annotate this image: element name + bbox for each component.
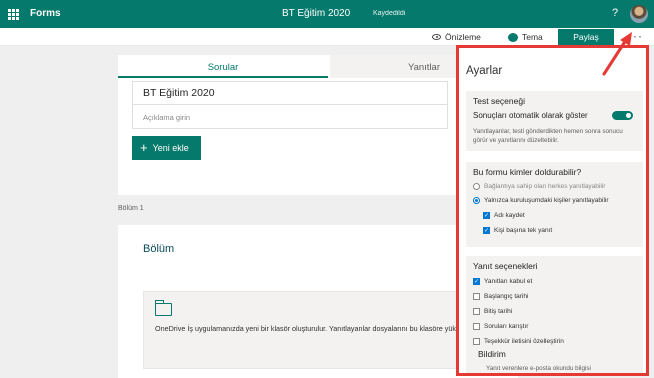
settings-panel: Ayarlar Test seçeneği Sonuçları otomatik… <box>456 45 649 376</box>
settings-title: Ayarlar <box>466 65 503 77</box>
start-date-option[interactable]: Başlangıç tarihi <box>473 293 528 300</box>
accept-responses-label: Yanıtları kabul et <box>484 278 533 285</box>
response-options-heading: Yanıt seçenekleri <box>473 261 538 271</box>
anyone-with-link-label: Bağlantıya sahip olan herkes yanıtlayabi… <box>484 183 606 190</box>
top-bar: Forms BT Eğitim 2020 Kaydedildi ? <box>0 0 654 28</box>
shuffle-questions-label: Soruları karıştır <box>484 323 529 330</box>
quiz-options-section: Test seçeneği Sonuçları otomatik olarak … <box>466 91 643 151</box>
preview-label: Önizleme <box>445 32 481 42</box>
folder-icon <box>154 300 172 316</box>
thanks-message-option[interactable]: Teşekkür iletisini özelleştirin <box>473 338 564 345</box>
file-upload-question[interactable]: OneDrive İş uygulamanızda yeni bir klasö… <box>143 291 473 369</box>
form-title-header: BT Eğitim 2020 <box>282 8 351 19</box>
plus-icon: + <box>140 140 148 155</box>
quiz-options-heading: Test seçeneği <box>473 96 525 106</box>
notification-heading: Bildirim <box>478 349 506 359</box>
section-title[interactable]: Bölüm <box>143 243 174 255</box>
palette-icon <box>508 32 518 42</box>
app-launcher-icon[interactable] <box>8 9 19 20</box>
org-only-option[interactable]: Yalnızca kuruluşumdaki kişiler yanıtlaya… <box>473 197 609 204</box>
section-label: Bölüm 1 <box>118 205 144 212</box>
avatar[interactable] <box>630 5 648 23</box>
accept-responses-option[interactable]: ✓ Yanıtları kabul et <box>473 278 532 285</box>
checkbox-icon[interactable] <box>473 308 480 315</box>
onedrive-notice: OneDrive İş uygulamanızda yeni bir klasö… <box>155 324 474 333</box>
tab-questions[interactable]: Sorular <box>118 55 328 78</box>
help-icon[interactable]: ? <box>612 7 618 19</box>
show-results-label: Sonuçları otomatik olarak göster <box>473 111 588 120</box>
org-only-label: Yalnızca kuruluşumdaki kişiler yanıtlaya… <box>484 197 609 204</box>
notification-option[interactable]: Yanıt verenlere e-posta okundu bilgisi <box>486 365 591 372</box>
record-name-option[interactable]: ✓ Adı kaydet <box>483 212 525 219</box>
theme-label: Tema <box>522 32 543 42</box>
save-status: Kaydedildi <box>373 10 406 17</box>
show-results-toggle[interactable] <box>612 111 633 120</box>
end-date-label: Bitiş tarihi <box>484 308 513 315</box>
radio-org-only[interactable] <box>473 197 480 204</box>
radio-anyone[interactable] <box>473 183 480 190</box>
check-icon[interactable]: ✓ <box>483 227 490 234</box>
preview-button[interactable]: Önizleme <box>432 32 481 42</box>
who-can-fill-heading: Bu formu kimler doldurabilir? <box>473 167 582 177</box>
theme-button[interactable]: Tema <box>508 32 543 42</box>
app-name[interactable]: Forms <box>30 8 61 19</box>
add-new-button[interactable]: + Yeni ekle <box>132 136 201 160</box>
divider <box>133 104 447 105</box>
one-response-option[interactable]: ✓ Kişi başına tek yanıt <box>483 227 552 234</box>
end-date-option[interactable]: Bitiş tarihi <box>473 308 512 315</box>
checkbox-icon[interactable] <box>473 338 480 345</box>
anyone-with-link-option[interactable]: Bağlantıya sahip olan herkes yanıtlayabi… <box>473 183 605 190</box>
shuffle-questions-option[interactable]: Soruları karıştır <box>473 323 528 330</box>
more-options-icon[interactable]: ··· <box>628 29 643 43</box>
check-icon[interactable]: ✓ <box>483 212 490 219</box>
check-icon[interactable]: ✓ <box>473 278 480 285</box>
form-title[interactable]: BT Eğitim 2020 <box>143 87 215 99</box>
checkbox-icon[interactable] <box>473 323 480 330</box>
command-bar: Önizleme Tema <box>0 28 654 46</box>
add-new-label: Yeni ekle <box>152 143 189 153</box>
share-button[interactable]: Paylaş <box>558 29 614 46</box>
one-response-label: Kişi başına tek yanıt <box>494 227 553 234</box>
start-date-label: Başlangıç tarihi <box>484 293 529 300</box>
form-header-box[interactable]: BT Eğitim 2020 Açıklama girin <box>132 81 448 129</box>
description-input[interactable]: Açıklama girin <box>143 113 190 122</box>
who-can-fill-section: Bu formu kimler doldurabilir? Bağlantıya… <box>466 162 643 247</box>
checkbox-icon[interactable] <box>473 293 480 300</box>
eye-icon <box>432 34 441 40</box>
thanks-message-label: Teşekkür iletisini özelleştirin <box>484 338 564 345</box>
record-name-label: Adı kaydet <box>494 212 525 219</box>
show-results-help: Yanıtlayanlar, testi gönderdikten hemen … <box>473 128 623 144</box>
